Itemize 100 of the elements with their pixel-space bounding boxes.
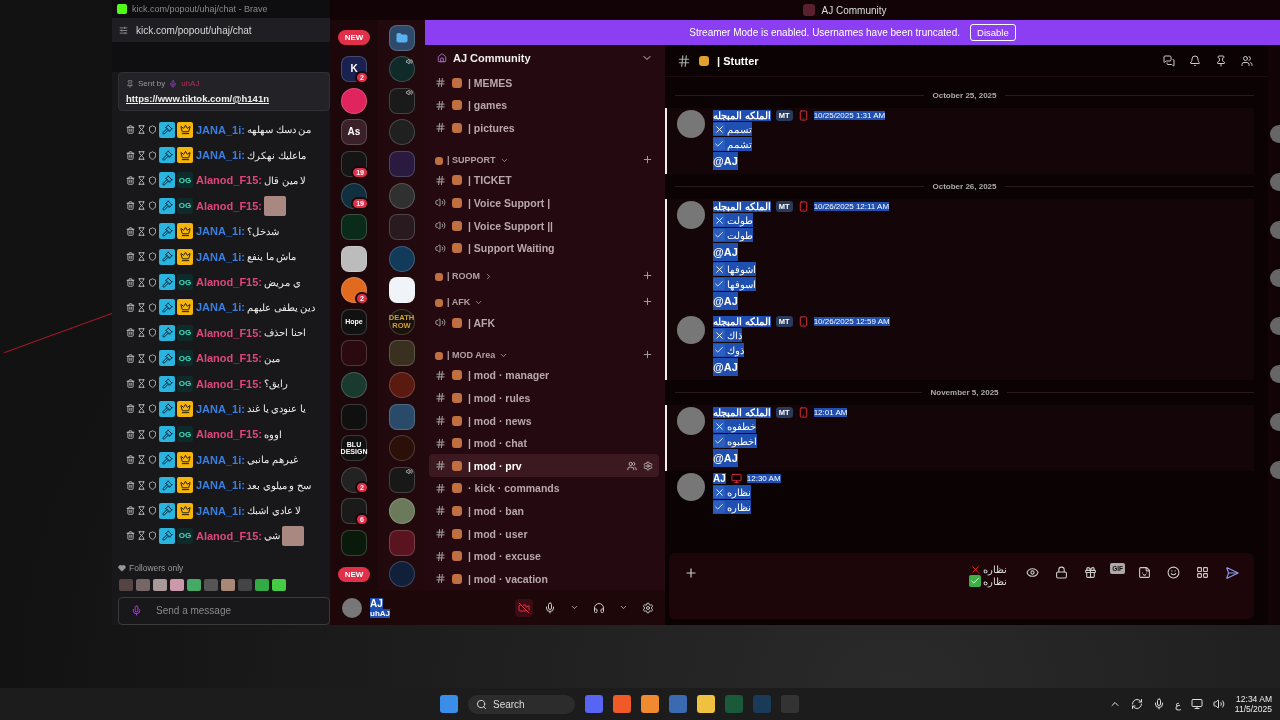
shield-icon[interactable]: [148, 379, 157, 389]
delete-icon[interactable]: [126, 150, 135, 160]
delete-icon[interactable]: [126, 455, 135, 465]
folder-icon[interactable]: [388, 24, 415, 51]
channel-item[interactable]: | Voice Support ||: [429, 214, 659, 237]
author-name[interactable]: AJ: [713, 473, 726, 484]
address-bar[interactable]: kick.com/popout/uhaj/chat: [112, 18, 330, 42]
channel-item[interactable]: | mod · rules: [429, 386, 659, 410]
username[interactable]: Alanod_F15:: [196, 326, 262, 339]
avatar-circle[interactable]: [677, 473, 705, 501]
channel-item[interactable]: | Support Waiting: [429, 236, 659, 260]
monitor-icon[interactable]: [1190, 698, 1203, 710]
start-icon[interactable]: [440, 695, 458, 713]
channel-item[interactable]: | MEMES: [429, 71, 659, 94]
plus-icon[interactable]: [642, 154, 653, 166]
delete-icon[interactable]: [126, 328, 135, 338]
plus-icon[interactable]: [642, 349, 653, 361]
avatar-circle[interactable]: [677, 201, 705, 229]
shield-icon[interactable]: [148, 455, 157, 465]
username[interactable]: Alanod_F15:: [196, 529, 262, 542]
category-name[interactable]: | MOD Area: [447, 350, 496, 361]
browser-icon[interactable]: [612, 695, 631, 713]
member-avatar[interactable]: [1270, 413, 1280, 431]
channel-item[interactable]: | games: [429, 93, 659, 117]
computer-icon[interactable]: [668, 695, 687, 713]
hourglass-icon[interactable]: [137, 379, 146, 389]
channel-item[interactable]: · kick · commands: [429, 477, 659, 500]
username[interactable]: JANA_1i:: [196, 149, 245, 162]
member-avatar[interactable]: [1270, 125, 1280, 143]
shield-icon[interactable]: [148, 150, 157, 160]
author-name[interactable]: الملكه المبجله: [713, 201, 771, 212]
hourglass-icon[interactable]: [137, 429, 146, 439]
plus-icon[interactable]: [642, 296, 653, 308]
channel-item[interactable]: | TICKET: [429, 169, 659, 192]
hourglass-icon[interactable]: [137, 150, 146, 160]
shield-icon[interactable]: [148, 480, 157, 490]
disable-button[interactable]: Disable: [970, 24, 1016, 41]
author-name[interactable]: الملكه المبجله: [713, 110, 771, 121]
hourglass-icon[interactable]: [137, 175, 146, 185]
shield-icon[interactable]: [148, 429, 157, 439]
server-icon[interactable]: [341, 277, 367, 304]
hourglass-icon[interactable]: [137, 328, 146, 338]
delete-icon[interactable]: [126, 277, 135, 287]
shield-icon[interactable]: [148, 328, 157, 338]
hourglass-icon[interactable]: [137, 480, 146, 490]
member-avatar[interactable]: [1270, 461, 1280, 479]
delete-icon[interactable]: [126, 226, 135, 236]
channel-item[interactable]: | mod · vacation: [429, 567, 659, 590]
delete-icon[interactable]: [126, 353, 135, 363]
hourglass-icon[interactable]: [137, 125, 146, 135]
clock[interactable]: 12:34 AM 11/5/2025: [1234, 694, 1272, 714]
delete-icon[interactable]: [126, 201, 135, 211]
channel-item[interactable]: | pictures: [429, 116, 659, 140]
plus-icon[interactable]: [642, 270, 653, 282]
delete-icon[interactable]: [126, 175, 135, 185]
username[interactable]: JANA_1i:: [196, 403, 245, 415]
shield-icon[interactable]: [148, 353, 157, 363]
shield-icon[interactable]: [148, 125, 157, 135]
chat-app-icon[interactable]: [584, 695, 603, 713]
category-name[interactable]: | AFK: [447, 297, 471, 308]
hourglass-icon[interactable]: [137, 226, 146, 236]
settings-icon[interactable]: [643, 460, 653, 471]
member-avatar[interactable]: [1270, 317, 1280, 335]
channel-item[interactable]: | mod · chat: [429, 431, 659, 455]
channel-item[interactable]: | mod · ban: [429, 499, 659, 523]
shield-icon[interactable]: [148, 531, 157, 541]
hourglass-icon[interactable]: [137, 302, 146, 312]
shield-icon[interactable]: [148, 302, 157, 312]
avatar-circle[interactable]: [677, 316, 705, 344]
shield-icon[interactable]: [148, 277, 157, 287]
delete-icon[interactable]: [126, 506, 135, 516]
username[interactable]: Alanod_F15:: [196, 352, 262, 365]
server-icon[interactable]: [388, 277, 415, 304]
hourglass-icon[interactable]: [137, 277, 146, 287]
folder-icon[interactable]: [696, 695, 715, 713]
channel-item[interactable]: | mod · excuse: [429, 544, 659, 568]
username[interactable]: JANA_1i:: [196, 123, 245, 136]
camera-off-icon[interactable]: [515, 598, 533, 617]
shield-icon[interactable]: [148, 506, 157, 516]
username[interactable]: JANA_1i:: [196, 225, 245, 238]
member-avatar[interactable]: [1270, 365, 1280, 383]
server-header[interactable]: AJ Community: [425, 45, 665, 72]
new-badge[interactable]: NEW: [337, 566, 371, 582]
hourglass-icon[interactable]: [137, 404, 146, 414]
shield-icon[interactable]: [148, 175, 157, 185]
member-avatar[interactable]: [1270, 221, 1280, 239]
pinned-link[interactable]: https://www.tiktok.com/@h141n: [126, 93, 322, 104]
hourglass-icon[interactable]: [137, 353, 146, 363]
user-avatar[interactable]: [342, 597, 362, 618]
member-avatar[interactable]: [1270, 269, 1280, 287]
username[interactable]: Alanod_F15:: [196, 174, 262, 187]
hourglass-icon[interactable]: [137, 455, 146, 465]
delete-icon[interactable]: [126, 125, 135, 135]
username[interactable]: JANA_1i:: [196, 250, 245, 263]
shield-icon[interactable]: [148, 201, 157, 211]
server-icon[interactable]: [341, 498, 367, 525]
channel-item[interactable]: | Voice Support |: [429, 191, 659, 215]
channel-item[interactable]: | mod · news: [429, 409, 659, 432]
channel-item[interactable]: | mod · manager: [429, 364, 659, 387]
author-name[interactable]: الملكه المبجله: [713, 316, 771, 327]
